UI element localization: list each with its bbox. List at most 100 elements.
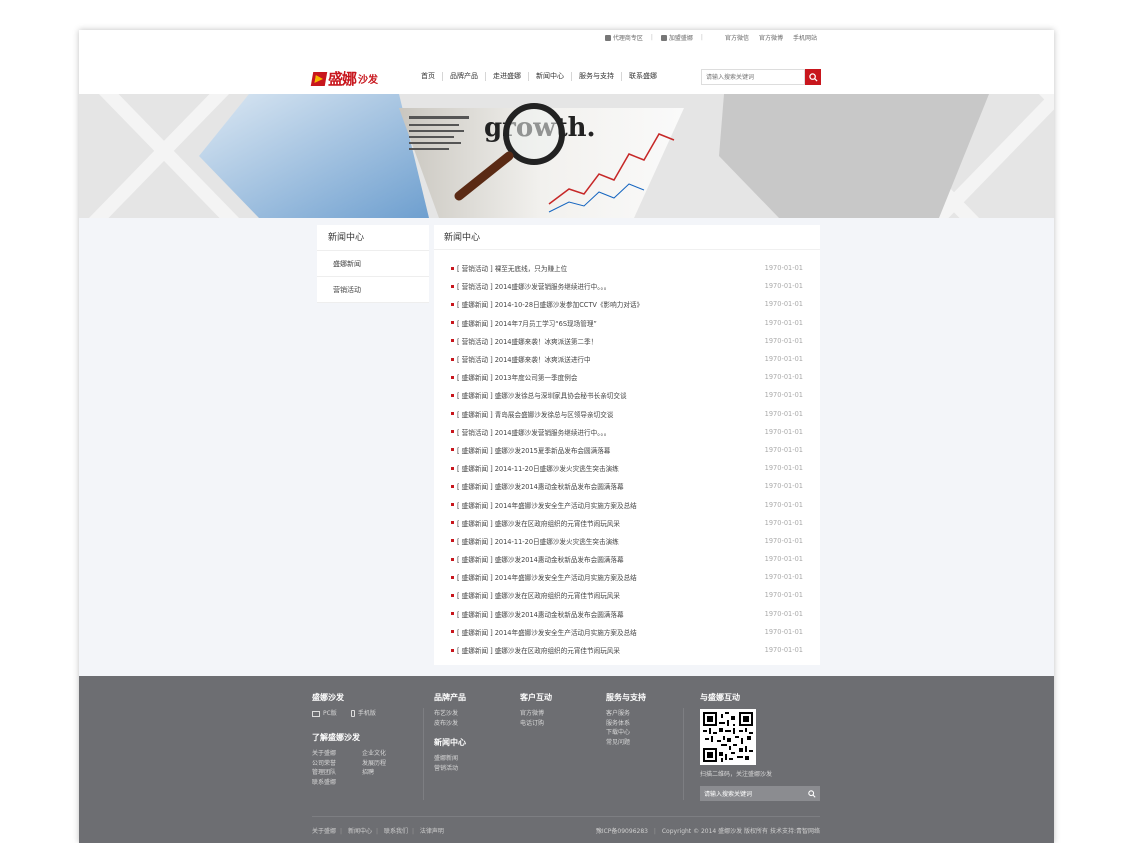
footer-search[interactable]: 请输入搜索关键词 bbox=[700, 786, 820, 801]
footer-link[interactable]: 联系盛娜 bbox=[312, 778, 362, 788]
news-title[interactable]: 盛娜沙发在区政府组织的元宵佳节闹玩风采 bbox=[495, 645, 620, 655]
bottom-link-about[interactable]: 关于盛娜 bbox=[312, 828, 336, 835]
sidebar-item-marketing[interactable]: 营销活动 bbox=[317, 277, 429, 303]
news-item[interactable]: [ 盛娜新闻 ] 2014-10-28日盛娜沙发参加CCTV《影响力对话》 1970… bbox=[451, 295, 803, 313]
news-title[interactable]: 2014年盛娜沙发安全生产活动月实施方案及总结 bbox=[495, 627, 637, 637]
news-tag[interactable]: [ 盛娜新闻 ] bbox=[457, 299, 493, 309]
news-title[interactable]: 盛娜沙发2014惠动金秋新品发布会圆满落幕 bbox=[495, 481, 624, 491]
news-item[interactable]: [ 营销活动 ] 裸至无底线，只为赚上位 1970-01-01 bbox=[451, 259, 803, 277]
news-tag[interactable]: [ 盛娜新闻 ] bbox=[457, 627, 493, 637]
sidebar-item-company-news[interactable]: 盛娜新闻 bbox=[317, 251, 429, 277]
news-tag[interactable]: [ 盛娜新闻 ] bbox=[457, 390, 493, 400]
join-link[interactable]: 加盟盛娜 bbox=[660, 33, 693, 42]
news-tag[interactable]: [ 盛娜新闻 ] bbox=[457, 463, 493, 473]
news-title[interactable]: 裸至无底线，只为赚上位 bbox=[495, 263, 568, 273]
pc-link[interactable]: PC版 bbox=[312, 709, 337, 718]
footer-link[interactable]: 管理团队 bbox=[312, 768, 362, 778]
news-item[interactable]: [ 营销活动 ] 2014盛娜来袭！冰爽派送第二季！ 1970-01-01 bbox=[451, 332, 803, 350]
news-item[interactable]: [ 盛娜新闻 ] 2014年盛娜沙发安全生产活动月实施方案及总结 1970-01-0… bbox=[451, 495, 803, 513]
news-tag[interactable]: [ 营销活动 ] bbox=[457, 263, 493, 273]
news-item[interactable]: [ 营销活动 ] 2014盛娜沙发营销服务继续进行中。。。 1970-01-01 bbox=[451, 423, 803, 441]
search-input[interactable] bbox=[701, 69, 805, 85]
nav-contact[interactable]: 联系盛娜 bbox=[621, 72, 664, 81]
nav-service[interactable]: 服务与支持 bbox=[571, 72, 621, 81]
news-tag[interactable]: [ 盛娜新闻 ] bbox=[457, 500, 493, 510]
news-tag[interactable]: [ 盛娜新闻 ] bbox=[457, 445, 493, 455]
bottom-link-contact[interactable]: 联系我们 bbox=[384, 828, 408, 835]
nav-news[interactable]: 新闻中心 bbox=[528, 72, 571, 81]
wechat-link[interactable]: 官方微信 bbox=[725, 33, 749, 42]
news-item[interactable]: [ 盛娜新闻 ] 2014-11-20日盛娜沙发火灾逃生突击演练 1970-01-0… bbox=[451, 532, 803, 550]
mobile-site-link[interactable]: 手机网站 bbox=[793, 33, 817, 42]
footer-link[interactable]: 官方微博 bbox=[520, 709, 552, 719]
news-title[interactable]: 青岛展会盛娜沙发徐总与区领导亲切交谈 bbox=[495, 409, 614, 419]
search-icon[interactable] bbox=[808, 789, 816, 798]
news-item[interactable]: [ 盛娜新闻 ] 青岛展会盛娜沙发徐总与区领导亲切交谈 1970-01-01 bbox=[451, 405, 803, 423]
footer-link[interactable]: 皮布沙发 bbox=[434, 719, 466, 729]
news-item[interactable]: [ 盛娜新闻 ] 2014-11-20日盛娜沙发火灾逃生突击演练 1970-01-0… bbox=[451, 459, 803, 477]
news-item[interactable]: [ 盛娜新闻 ] 2014年盛娜沙发安全生产活动月实施方案及总结 1970-01-0… bbox=[451, 568, 803, 586]
news-tag[interactable]: [ 盛娜新闻 ] bbox=[457, 318, 493, 328]
news-title[interactable]: 2014-10-28日盛娜沙发参加CCTV《影响力对话》 bbox=[495, 299, 643, 309]
news-item[interactable]: [ 盛娜新闻 ] 盛娜沙发2014惠动金秋新品发布会圆满落幕 1970-01-01 bbox=[451, 605, 803, 623]
news-item[interactable]: [ 盛娜新闻 ] 盛娜沙发2014惠动金秋新品发布会圆满落幕 1970-01-01 bbox=[451, 550, 803, 568]
bottom-link-news[interactable]: 新闻中心 bbox=[348, 828, 372, 835]
news-title[interactable]: 盛娜沙发在区政府组织的元宵佳节闹玩风采 bbox=[495, 590, 620, 600]
news-item[interactable]: [ 盛娜新闻 ] 2014年7月员工学习“6S现场管理” 1970-01-01 bbox=[451, 314, 803, 332]
news-tag[interactable]: [ 盛娜新闻 ] bbox=[457, 481, 493, 491]
news-title[interactable]: 盛娜沙发2015夏季新品发布会圆满落幕 bbox=[495, 445, 611, 455]
nav-products[interactable]: 品牌产品 bbox=[442, 72, 485, 81]
news-tag[interactable]: [ 盛娜新闻 ] bbox=[457, 572, 493, 582]
news-tag[interactable]: [ 盛娜新闻 ] bbox=[457, 518, 493, 528]
news-title[interactable]: 盛娜沙发在区政府组织的元宵佳节闹玩风采 bbox=[495, 518, 620, 528]
nav-about[interactable]: 走进盛娜 bbox=[485, 72, 528, 81]
news-item[interactable]: [ 盛娜新闻 ] 2013年度公司第一季度例会 1970-01-01 bbox=[451, 368, 803, 386]
news-title[interactable]: 2014盛娜来袭！冰爽派送第二季！ bbox=[495, 336, 598, 346]
news-tag[interactable]: [ 盛娜新闻 ] bbox=[457, 536, 493, 546]
news-item[interactable]: [ 盛娜新闻 ] 盛娜沙发2015夏季新品发布会圆满落幕 1970-01-01 bbox=[451, 441, 803, 459]
news-title[interactable]: 2014盛娜沙发营销服务继续进行中。。。 bbox=[495, 281, 611, 291]
news-title[interactable]: 2014-11-20日盛娜沙发火灾逃生突击演练 bbox=[495, 536, 619, 546]
footer-search-input[interactable]: 请输入搜索关键词 bbox=[704, 789, 752, 798]
news-title[interactable]: 2014年盛娜沙发安全生产活动月实施方案及总结 bbox=[495, 500, 637, 510]
footer-link[interactable]: 企业文化 bbox=[362, 749, 412, 759]
footer-link[interactable]: 公司荣誉 bbox=[312, 759, 362, 769]
news-title[interactable]: 盛娜沙发徐总与深圳家具协会秘书长亲切交谈 bbox=[495, 390, 627, 400]
news-item[interactable]: [ 营销活动 ] 2014盛娜沙发营销服务继续进行中。。。 1970-01-01 bbox=[451, 277, 803, 295]
news-tag[interactable]: [ 营销活动 ] bbox=[457, 281, 493, 291]
news-tag[interactable]: [ 盛娜新闻 ] bbox=[457, 645, 493, 655]
footer-link[interactable]: 服务体系 bbox=[606, 719, 646, 729]
footer-link[interactable]: 客户服务 bbox=[606, 709, 646, 719]
news-title[interactable]: 2014盛娜沙发营销服务继续进行中。。。 bbox=[495, 427, 611, 437]
news-item[interactable]: [ 盛娜新闻 ] 2014年盛娜沙发安全生产活动月实施方案及总结 1970-01-0… bbox=[451, 623, 803, 641]
news-item[interactable]: [ 营销活动 ] 2014盛娜来袭！冰爽派送进行中 1970-01-01 bbox=[451, 350, 803, 368]
logo[interactable]: 盛娜 沙发 bbox=[310, 68, 378, 89]
nav-home[interactable]: 首页 bbox=[417, 72, 442, 81]
footer-link[interactable]: 招聘 bbox=[362, 768, 412, 778]
agent-link[interactable]: 代理商专区 bbox=[604, 33, 643, 42]
footer-link[interactable]: 常见问题 bbox=[606, 738, 646, 748]
news-item[interactable]: [ 盛娜新闻 ] 盛娜沙发2014惠动金秋新品发布会圆满落幕 1970-01-01 bbox=[451, 477, 803, 495]
news-title[interactable]: 2014年盛娜沙发安全生产活动月实施方案及总结 bbox=[495, 572, 637, 582]
news-tag[interactable]: [ 盛娜新闻 ] bbox=[457, 590, 493, 600]
footer-link[interactable]: 发展历程 bbox=[362, 759, 412, 769]
news-title[interactable]: 2014-11-20日盛娜沙发火灾逃生突击演练 bbox=[495, 463, 619, 473]
icp-number[interactable]: 豫ICP备09096283 bbox=[596, 828, 648, 835]
footer-link[interactable]: 营销活动 bbox=[434, 764, 466, 774]
news-tag[interactable]: [ 盛娜新闻 ] bbox=[457, 409, 493, 419]
search-button[interactable] bbox=[805, 69, 821, 85]
news-tag[interactable]: [ 盛娜新闻 ] bbox=[457, 372, 493, 382]
news-item[interactable]: [ 盛娜新闻 ] 盛娜沙发在区政府组织的元宵佳节闹玩风采 1970-01-01 bbox=[451, 514, 803, 532]
news-tag[interactable]: [ 盛娜新闻 ] bbox=[457, 609, 493, 619]
news-tag[interactable]: [ 盛娜新闻 ] bbox=[457, 554, 493, 564]
news-item[interactable]: [ 盛娜新闻 ] 盛娜沙发在区政府组织的元宵佳节闹玩风采 1970-01-01 bbox=[451, 641, 803, 659]
footer-link[interactable]: 电话订购 bbox=[520, 719, 552, 729]
news-title[interactable]: 盛娜沙发2014惠动金秋新品发布会圆满落幕 bbox=[495, 554, 624, 564]
footer-link[interactable]: 布艺沙发 bbox=[434, 709, 466, 719]
news-title[interactable]: 2013年度公司第一季度例会 bbox=[495, 372, 578, 382]
news-item[interactable]: [ 盛娜新闻 ] 盛娜沙发徐总与深圳家具协会秘书长亲切交谈 1970-01-01 bbox=[451, 386, 803, 404]
bottom-link-legal[interactable]: 法律声明 bbox=[420, 828, 444, 835]
news-title[interactable]: 2014盛娜来袭！冰爽派送进行中 bbox=[495, 354, 591, 364]
news-item[interactable]: [ 盛娜新闻 ] 盛娜沙发在区政府组织的元宵佳节闹玩风采 1970-01-01 bbox=[451, 586, 803, 604]
news-tag[interactable]: [ 营销活动 ] bbox=[457, 354, 493, 364]
